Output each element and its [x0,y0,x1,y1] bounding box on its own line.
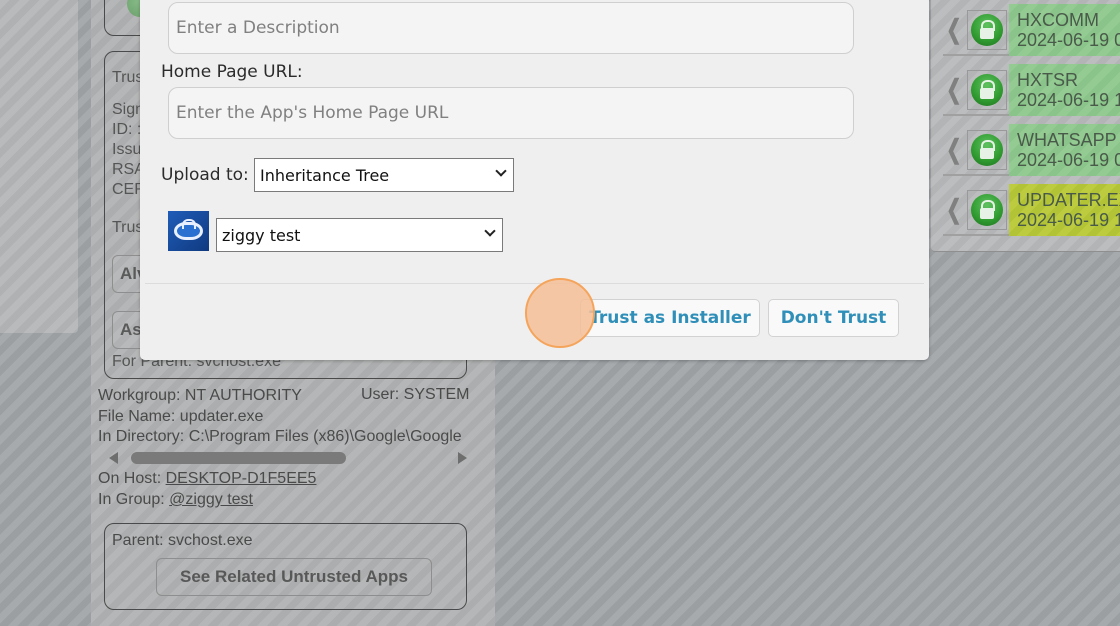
directory-scrollbar[interactable] [107,450,467,466]
trust-as-installer-button[interactable]: Trust as Installer [580,299,760,337]
issuer-label: Issu [112,141,142,158]
homepage-label: Home Page URL: [161,62,303,82]
footer-divider [145,283,924,284]
app-list: ❮ HXCOMM 2024-06-19 0 ❮ HXTSR 2024-06-19… [931,0,1120,252]
chevron-left-icon[interactable]: ❮ [946,194,961,225]
trust-label: Trus [112,69,144,86]
group-select[interactable]: ziggy test [216,218,503,252]
trust-status [967,70,1007,110]
parent-box: Parent: svchost.exe See Related Untruste… [104,523,467,610]
dont-trust-button[interactable]: Don't Trust [768,299,899,337]
upload-to-value: Inheritance Tree [260,166,390,185]
id-label: ID: : [112,121,142,138]
group-value: ziggy test [222,226,301,245]
left-panel [0,0,78,333]
trust-status [967,130,1007,170]
host-link[interactable]: DESKTOP-D1F5EE5 [166,470,317,487]
upload-to-label: Upload to: [161,165,249,185]
app-date: 2024-06-19 0 [1017,150,1120,170]
app-label: UPDATER.EX 2024-06-19 1 [1009,184,1120,236]
app-name: HXCOMM [1017,10,1099,30]
chevron-left-icon[interactable]: ❮ [946,134,961,165]
group-link[interactable]: @ziggy test [169,491,253,508]
trust-status [967,190,1007,230]
app-label: WHATSAPP 2024-06-19 0 [1009,124,1120,176]
group-label: In Group: [98,491,170,508]
description-input[interactable] [168,2,854,54]
lock-icon [971,74,1003,106]
upload-to-select[interactable]: Inheritance Tree [254,158,514,192]
cloud-group-icon [168,211,209,251]
parent-text: Parent: svchost.exe [112,532,253,549]
lock-icon [971,194,1003,226]
chevron-left-icon[interactable]: ❮ [946,74,961,105]
app-label: HXCOMM 2024-06-19 0 [1009,4,1120,56]
lock-icon [971,14,1003,46]
trust-label-2: Trus [112,219,144,236]
workgroup-text: Workgroup: NT AUTHORITY [98,387,302,404]
trust-status [967,10,1007,50]
homepage-url-input[interactable] [168,87,854,139]
chevron-down-icon [484,225,496,237]
app-name: WHATSAPP [1017,130,1117,150]
app-label: HXTSR 2024-06-19 1 [1009,64,1120,116]
app-name: HXTSR [1017,70,1079,90]
click-indicator [525,278,595,348]
host-label: On Host: [98,470,166,487]
list-item[interactable]: ❮ HXTSR 2024-06-19 1 [943,60,1120,116]
scroll-right-icon[interactable] [458,452,467,464]
chevron-down-icon [495,165,507,177]
see-related-untrusted-apps-button[interactable]: See Related Untrusted Apps [156,558,432,596]
directory-text: In Directory: C:\Program Files (x86)\Goo… [98,428,462,445]
file-name-text: File Name: updater.exe [98,408,264,425]
scrollbar-thumb[interactable] [131,452,346,464]
app-date: 2024-06-19 1 [1017,90,1120,110]
host-line: On Host: DESKTOP-D1F5EE5 [98,469,316,489]
group-line: In Group: @ziggy test [98,490,253,510]
app-date: 2024-06-19 1 [1017,210,1120,230]
lock-icon [971,134,1003,166]
app-name: UPDATER.EX [1017,190,1120,210]
user-text: User: SYSTEM [361,386,470,403]
list-item[interactable]: ❮ HXCOMM 2024-06-19 0 [943,0,1120,56]
list-item[interactable]: ❮ WHATSAPP 2024-06-19 0 [943,120,1120,176]
cloud-shape [174,219,203,240]
chevron-left-icon[interactable]: ❮ [946,14,961,45]
app-date: 2024-06-19 0 [1017,30,1120,50]
list-item[interactable]: ❮ UPDATER.EX 2024-06-19 1 [943,180,1120,236]
scroll-left-icon[interactable] [109,452,118,464]
